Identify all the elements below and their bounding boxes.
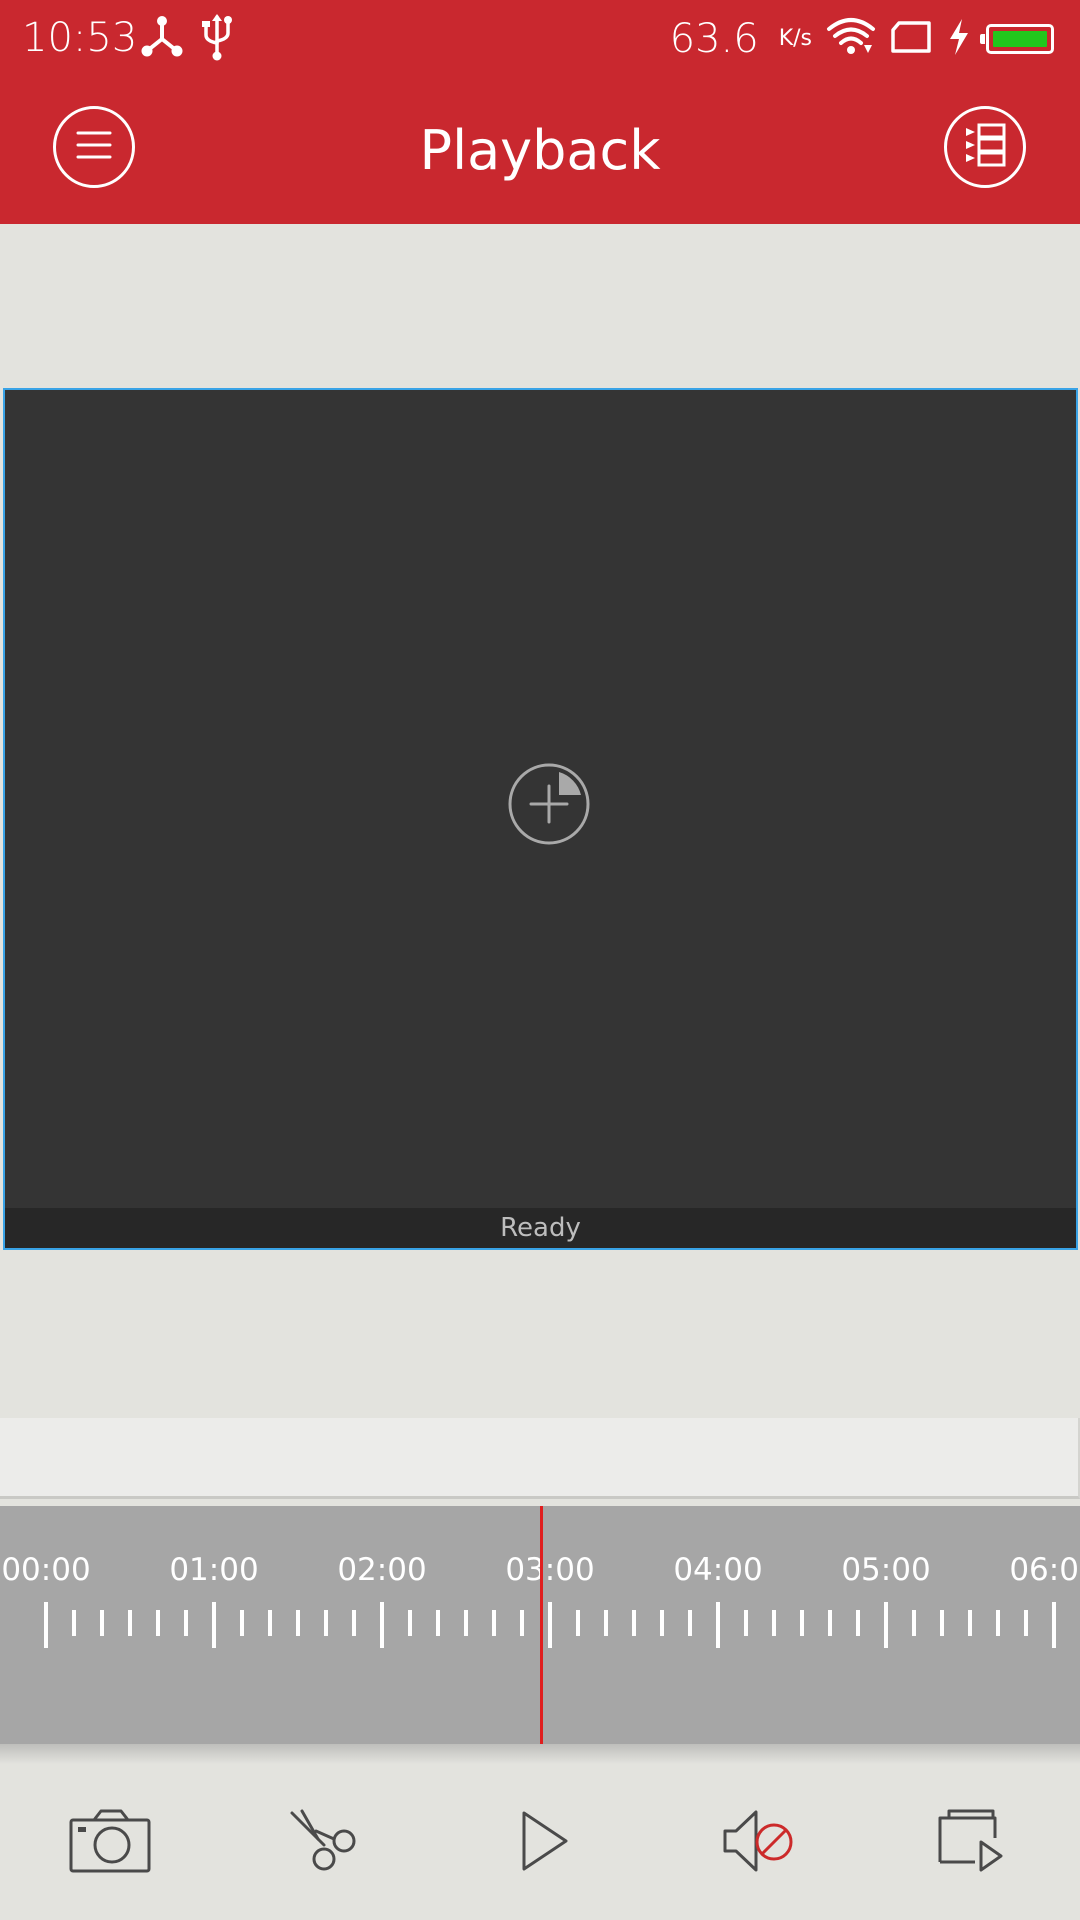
- timeline-hour-label: 06:00: [1009, 1552, 1080, 1588]
- sim-card-icon: [890, 20, 932, 58]
- timeline-minor-tick: [912, 1610, 916, 1636]
- timeline-minor-tick: [156, 1610, 160, 1636]
- timeline-hour-label: 04:00: [673, 1552, 763, 1588]
- timeline-hour-label: 02:00: [337, 1552, 427, 1588]
- video-window[interactable]: Ready: [3, 388, 1078, 1250]
- timeline-hour-label: 03:00: [505, 1552, 595, 1588]
- clip-button[interactable]: [254, 1766, 394, 1920]
- timeline-minor-tick: [968, 1610, 972, 1636]
- timeline-minor-tick: [800, 1610, 804, 1636]
- timeline-minor-tick: [352, 1610, 356, 1636]
- timeline-minor-tick: [296, 1610, 300, 1636]
- timeline-minor-tick: [856, 1610, 860, 1636]
- app-bar: 10:53 63.6 K/s Playback: [0, 0, 1080, 224]
- sound-muted-icon: [722, 1809, 798, 1877]
- timeline-minor-tick: [72, 1610, 76, 1636]
- timeline-minor-tick: [996, 1610, 1000, 1636]
- capture-button[interactable]: [40, 1766, 180, 1920]
- charging-icon: [946, 17, 972, 61]
- status-right: 63.6 K/s: [670, 14, 1054, 64]
- timeline-minor-tick: [1024, 1610, 1028, 1636]
- timeline-minor-tick: [632, 1610, 636, 1636]
- timeline-minor-tick: [324, 1610, 328, 1636]
- bottom-toolbar: [0, 1766, 1080, 1920]
- timeline-minor-tick: [520, 1610, 524, 1636]
- timeline-minor-tick: [408, 1610, 412, 1636]
- video-status: Ready: [5, 1208, 1076, 1248]
- timeline-major-tick: [716, 1602, 720, 1648]
- net-unit: K/s: [778, 26, 812, 51]
- add-playback-button[interactable]: [507, 762, 591, 846]
- status-left-icons: [140, 14, 234, 64]
- multi-screen-playback-icon: [937, 1808, 1007, 1878]
- timeline-hour-label: 05:00: [841, 1552, 931, 1588]
- timeline-minor-tick: [576, 1610, 580, 1636]
- timeline-minor-tick: [436, 1610, 440, 1636]
- timeline-minor-tick: [240, 1610, 244, 1636]
- play-button[interactable]: [475, 1766, 615, 1920]
- timeline-minor-tick: [604, 1610, 608, 1636]
- scissors-icon: [288, 1809, 360, 1877]
- timeline-minor-tick: [100, 1610, 104, 1636]
- timeline-minor-tick: [660, 1610, 664, 1636]
- playback-info-bar: [0, 1418, 1080, 1499]
- timeline-minor-tick: [744, 1610, 748, 1636]
- timeline-playhead[interactable]: [540, 1506, 543, 1744]
- timeline-shadow: [0, 1744, 1080, 1764]
- status-time: 10:53: [22, 15, 138, 61]
- timeline-minor-tick: [940, 1610, 944, 1636]
- usb-icon: [200, 13, 234, 65]
- timeline-minor-tick: [772, 1610, 776, 1636]
- camera-icon: [68, 1808, 152, 1878]
- timeline-major-tick: [548, 1602, 552, 1648]
- timeline-minor-tick: [268, 1610, 272, 1636]
- timeline-major-tick: [884, 1602, 888, 1648]
- timeline[interactable]: 00:00 01:00 02:00 03:00 04:00 05:00 06:00: [0, 1506, 1080, 1744]
- timeline-major-tick: [380, 1602, 384, 1648]
- timeline-major-tick: [1052, 1602, 1056, 1648]
- timeline-minor-tick: [492, 1610, 496, 1636]
- timeline-major-tick: [212, 1602, 216, 1648]
- timeline-major-tick: [44, 1602, 48, 1648]
- net-speed: 63.6: [669, 16, 759, 62]
- wifi-icon: [826, 15, 876, 63]
- timeline-hour-label: 00:00: [1, 1552, 91, 1588]
- timeline-minor-tick: [184, 1610, 188, 1636]
- battery-level: [993, 31, 1047, 47]
- timeline-minor-tick: [128, 1610, 132, 1636]
- page-title: Playback: [419, 119, 661, 182]
- sound-button[interactable]: [690, 1766, 830, 1920]
- window-layout-icon: [963, 122, 1007, 172]
- add-playback-icon: [507, 763, 591, 850]
- timeline-minor-tick: [688, 1610, 692, 1636]
- play-icon: [520, 1810, 570, 1876]
- network-share-icon: [140, 15, 184, 63]
- timeline-minor-tick: [828, 1610, 832, 1636]
- timeline-minor-tick: [464, 1610, 468, 1636]
- timeline-hour-label: 01:00: [169, 1552, 259, 1588]
- multi-window-button[interactable]: [902, 1766, 1042, 1920]
- battery-icon: [980, 24, 1054, 54]
- window-layout-button[interactable]: [944, 106, 1026, 188]
